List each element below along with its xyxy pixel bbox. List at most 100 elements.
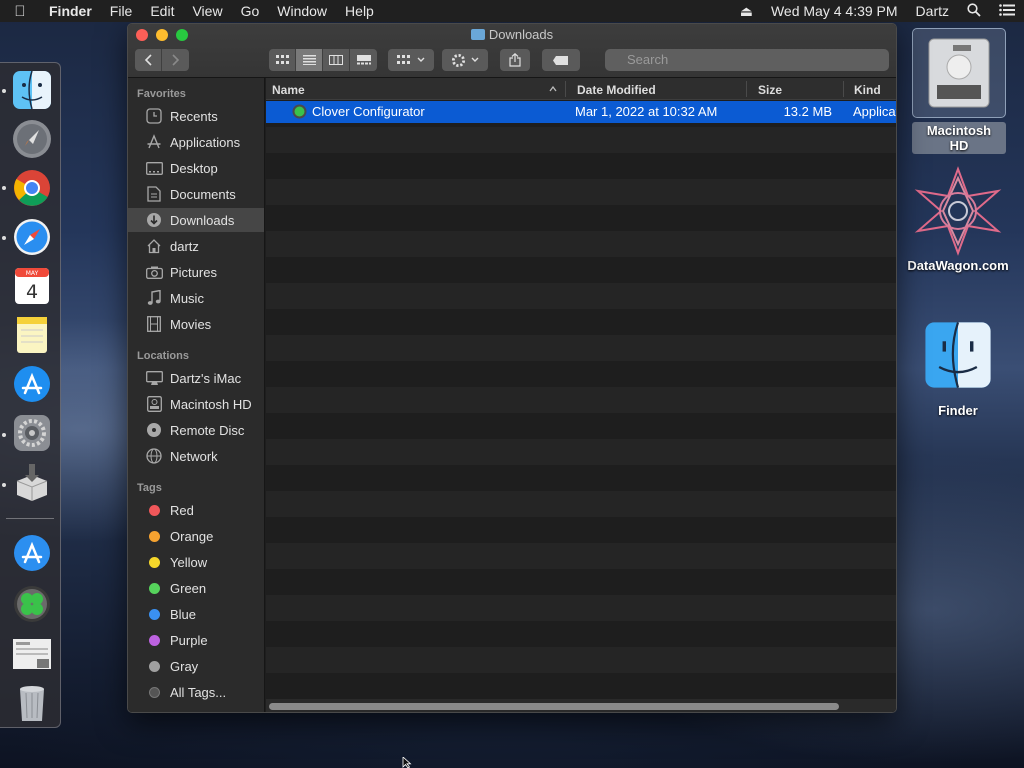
share-button[interactable] xyxy=(500,49,530,71)
sidebar-item-desktop[interactable]: Desktop xyxy=(128,156,264,180)
sidebar-item-label: Blue xyxy=(170,606,197,622)
installer-dock-icon[interactable] xyxy=(11,461,53,503)
menu-app-finder[interactable]: Finder xyxy=(40,3,101,19)
menubar-clock[interactable]: Wed May 4 4:39 PM xyxy=(762,3,907,19)
finder-dock-icon[interactable] xyxy=(11,69,53,111)
film-icon xyxy=(145,316,163,332)
column-view-button[interactable] xyxy=(323,49,350,71)
computer-icon xyxy=(145,370,163,386)
sidebar-item-label: Recents xyxy=(170,108,218,124)
home-icon xyxy=(145,238,163,254)
group-by-dropdown[interactable] xyxy=(388,49,434,71)
sidebar-item-label: Desktop xyxy=(170,160,218,176)
scrollbar-thumb[interactable] xyxy=(269,703,839,710)
column-header-name[interactable]: Name xyxy=(272,83,305,97)
safari-dock-icon[interactable] xyxy=(11,216,53,258)
column-header-size[interactable]: Size xyxy=(758,83,782,97)
navigation-buttons xyxy=(135,49,189,71)
spotlight-search-icon[interactable] xyxy=(958,2,990,20)
svg-text:MAY: MAY xyxy=(26,270,39,277)
menu-go[interactable]: Go xyxy=(232,3,269,19)
sidebar-tag-gray[interactable]: Gray xyxy=(128,654,264,678)
desktop-icon-label: DataWagon.com xyxy=(907,258,1009,273)
clock-icon xyxy=(145,108,163,124)
menu-window[interactable]: Window xyxy=(268,3,336,19)
sidebar-item-network[interactable]: Network xyxy=(128,444,264,468)
finder-window: Downloads Search Favorites Recents Appli… xyxy=(127,23,897,713)
launchpad-dock-icon[interactable] xyxy=(11,118,53,160)
sidebar-item-movies[interactable]: Movies xyxy=(128,312,264,336)
sidebar-tag-yellow[interactable]: Yellow xyxy=(128,550,264,574)
file-rows: Clover Configurator Mar 1, 2022 at 10:32… xyxy=(266,101,896,691)
trash-dock-icon[interactable] xyxy=(11,681,53,723)
forward-button[interactable] xyxy=(162,49,189,71)
tag-dot-icon xyxy=(145,660,163,672)
tag-color-dot xyxy=(148,530,160,542)
menu-edit[interactable]: Edit xyxy=(141,3,183,19)
desktop-icon-datawagon[interactable]: DataWagon.com xyxy=(900,165,1016,274)
tag-color-dot xyxy=(148,660,160,672)
menubar-user[interactable]: Dartz xyxy=(907,3,958,19)
apple-menu-icon[interactable]:  xyxy=(0,3,40,20)
desktop-icon-label: Finder xyxy=(938,403,978,418)
sidebar-item-downloads[interactable]: Downloads xyxy=(128,208,264,232)
column-divider[interactable] xyxy=(746,81,747,97)
chevron-down-icon xyxy=(471,57,479,62)
sidebar-tag-green[interactable]: Green xyxy=(128,576,264,600)
sidebar-item-music[interactable]: Music xyxy=(128,286,264,310)
clover-configurator-dock-icon[interactable] xyxy=(11,583,53,625)
document-preview-dock-icon[interactable] xyxy=(11,633,53,675)
sidebar-item-macintosh-hd[interactable]: Macintosh HD xyxy=(128,392,264,416)
sidebar-tag-orange[interactable]: Orange xyxy=(128,524,264,548)
tag-color-dot xyxy=(148,504,160,516)
calendar-dock-icon[interactable]: MAY 4 xyxy=(11,265,53,307)
sidebar-item-applications[interactable]: Applications xyxy=(128,130,264,154)
icon-view-button[interactable] xyxy=(269,49,296,71)
tag-color-dot xyxy=(148,582,160,594)
sidebar-item-label: Gray xyxy=(170,658,199,674)
grid-icon xyxy=(397,55,410,64)
sidebar-tag-blue[interactable]: Blue xyxy=(128,602,264,626)
sidebar-section-locations: Locations xyxy=(137,350,189,362)
menu-view[interactable]: View xyxy=(183,3,231,19)
sidebar-item-label: Yellow xyxy=(170,554,208,570)
back-button[interactable] xyxy=(135,49,162,71)
horizontal-scrollbar[interactable] xyxy=(266,699,896,712)
action-menu-button[interactable] xyxy=(442,49,488,71)
gallery-view-button[interactable] xyxy=(350,49,377,71)
chrome-dock-icon[interactable] xyxy=(11,167,53,209)
column-header-date[interactable]: Date Modified xyxy=(577,83,656,97)
menu-help[interactable]: Help xyxy=(336,3,383,19)
file-row[interactable]: Clover Configurator Mar 1, 2022 at 10:32… xyxy=(266,101,896,123)
sidebar-tag-purple[interactable]: Purple xyxy=(128,628,264,652)
eject-icon[interactable]: ⏏ xyxy=(731,3,762,20)
sidebar-item-imac[interactable]: Dartz's iMac xyxy=(128,366,264,390)
sidebar-tag-all-tags[interactable]: All Tags... xyxy=(128,680,264,704)
document-icon xyxy=(145,186,163,202)
system-preferences-dock-icon[interactable] xyxy=(11,412,53,454)
sidebar-item-label: Red xyxy=(170,502,194,518)
column-divider[interactable] xyxy=(843,81,844,97)
sidebar-item-documents[interactable]: Documents xyxy=(128,182,264,206)
desktop-icon-finder[interactable]: Finder xyxy=(918,314,998,419)
sidebar-tag-red[interactable]: Red xyxy=(128,498,264,522)
tag-dot-icon xyxy=(145,556,163,568)
app-store-download-dock-icon[interactable] xyxy=(11,532,53,574)
notification-center-icon[interactable] xyxy=(990,3,1024,19)
tags-button[interactable] xyxy=(542,49,580,71)
sidebar-item-recents[interactable]: Recents xyxy=(128,104,264,128)
desktop-icon-macintosh-hd[interactable]: Macintosh HD xyxy=(912,28,1006,154)
app-store-dock-icon[interactable] xyxy=(11,363,53,405)
sidebar-item-dartz[interactable]: dartz xyxy=(128,234,264,258)
search-input[interactable]: Search xyxy=(605,49,889,71)
menu-file[interactable]: File xyxy=(101,3,142,19)
sidebar-item-pictures[interactable]: Pictures xyxy=(128,260,264,284)
column-divider[interactable] xyxy=(565,81,566,97)
list-view-button[interactable] xyxy=(296,49,323,71)
column-header-kind[interactable]: Kind xyxy=(854,83,881,97)
svg-text:4: 4 xyxy=(26,281,38,303)
sidebar-item-remote-disc[interactable]: Remote Disc xyxy=(128,418,264,442)
desktop-icon-label: Macintosh HD xyxy=(912,122,1006,154)
sidebar-item-label: Music xyxy=(170,290,204,306)
notes-dock-icon[interactable] xyxy=(11,314,53,356)
